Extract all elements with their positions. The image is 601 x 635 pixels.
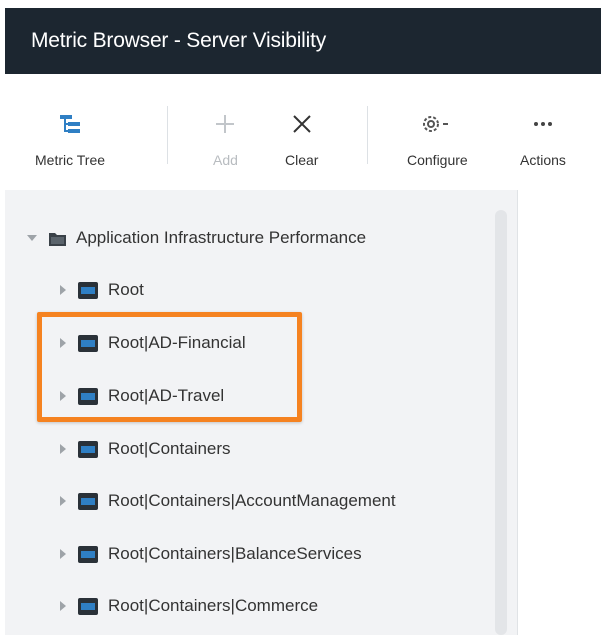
plus-icon	[214, 108, 236, 140]
chevron-down-icon[interactable]	[27, 235, 37, 241]
actions-label: Actions	[520, 152, 566, 168]
metric-detail-panel	[518, 190, 601, 635]
metric-tree-label: Metric Tree	[35, 152, 106, 168]
gear-icon	[420, 108, 454, 140]
tree-node[interactable]: Root	[60, 275, 144, 305]
configure-label: Configure	[407, 152, 468, 168]
close-icon	[291, 108, 313, 140]
tree-node-label: Root|Containers	[108, 439, 231, 458]
window-title: Metric Browser - Server Visibility	[31, 29, 327, 52]
tree-node-label: Root|Containers|AccountManagement	[108, 491, 396, 510]
toolbar-divider	[367, 106, 368, 164]
tree-node-label: Root|Containers|Commerce	[108, 596, 319, 615]
chevron-right-icon[interactable]	[60, 496, 66, 506]
chevron-right-icon[interactable]	[60, 601, 66, 611]
tree-node-label: Application Infrastructure Performance	[76, 228, 367, 247]
tree-node[interactable]: Root|Containers|AccountManagement	[60, 486, 396, 516]
metric-tree-icon	[58, 108, 82, 140]
clear-button[interactable]: Clear	[285, 108, 318, 178]
metric-node-icon	[78, 281, 98, 299]
configure-button[interactable]: Configure	[407, 108, 468, 178]
tree-node-label: Root	[108, 280, 144, 299]
folder-icon	[49, 231, 66, 246]
tree-node-label: Root|Containers|BalanceServices	[108, 544, 362, 563]
add-label: Add	[213, 152, 238, 168]
clear-label: Clear	[285, 152, 319, 168]
toolbar-divider	[167, 106, 168, 164]
metric-node-icon	[78, 492, 98, 510]
tree-node-application-infrastructure-performance[interactable]: Application Infrastructure Performance	[27, 223, 366, 253]
chevron-right-icon[interactable]	[60, 444, 66, 454]
toolbar: Metric Tree Add Clear Configure Actions	[5, 74, 601, 190]
chevron-right-icon[interactable]	[60, 549, 66, 559]
add-button[interactable]: Add	[213, 108, 238, 178]
metric-node-icon	[78, 545, 98, 563]
tree-scrollbar[interactable]	[495, 210, 507, 635]
metric-node-icon	[78, 440, 98, 458]
highlight-box	[37, 312, 302, 422]
window-titlebar: Metric Browser - Server Visibility	[5, 8, 601, 74]
tree-node[interactable]: Root|Containers|BalanceServices	[60, 539, 362, 569]
actions-button[interactable]: Actions	[520, 108, 566, 178]
metric-node-icon	[78, 597, 98, 615]
chevron-right-icon[interactable]	[60, 285, 66, 295]
more-icon	[531, 108, 555, 140]
tree-node[interactable]: Root|Containers|Commerce	[60, 591, 318, 621]
metric-tree-button[interactable]: Metric Tree	[35, 108, 105, 178]
tree-node[interactable]: Root|Containers	[60, 434, 231, 464]
